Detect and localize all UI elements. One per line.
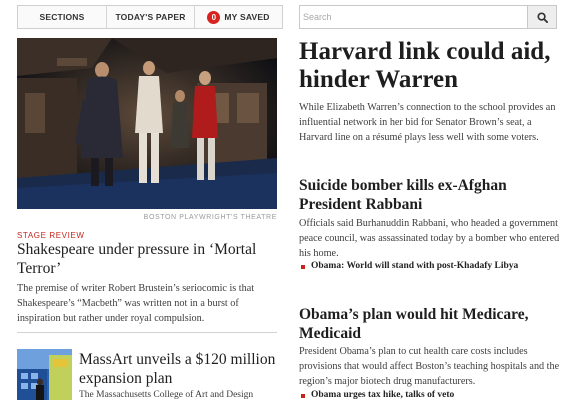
section-divider xyxy=(17,332,277,333)
tab-sections[interactable]: SECTIONS xyxy=(18,6,107,28)
lead-headline[interactable]: Harvard link could aid, hinder Warren xyxy=(299,38,561,94)
top-nav: SECTIONS TODAY'S PAPER 0 MY SAVED xyxy=(17,5,283,29)
tab-my-saved[interactable]: 0 MY SAVED xyxy=(195,6,282,28)
magnifier-icon xyxy=(536,11,548,23)
story-headline-rabbani[interactable]: Suicide bomber kills ex-Afghan President… xyxy=(299,176,561,214)
photo-credit: BOSTON PLAYWRIGHT'S THEATRE xyxy=(143,214,277,221)
hero-photo[interactable] xyxy=(17,38,277,209)
related-link[interactable]: Obama urges tax hike, talks of veto xyxy=(299,389,561,400)
masthead-logo-fragment[interactable] xyxy=(34,0,78,4)
related-links: Obama urges tax hike, talks of veto xyxy=(299,389,561,400)
story-headline-shakespeare[interactable]: Shakespeare under pressure in ‘Mortal Te… xyxy=(17,240,279,278)
saved-count-badge: 0 xyxy=(207,10,221,24)
story-headline-medicare[interactable]: Obama’s plan would hit Medicare, Medicai… xyxy=(299,305,561,343)
story-kicker[interactable]: STAGE REVIEW xyxy=(17,231,85,240)
related-link[interactable]: Obama: World will stand with post-Khadaf… xyxy=(299,260,561,273)
story-headline-massart[interactable]: MassArt unveils a $120 million expansion… xyxy=(79,350,284,388)
tab-todays-paper[interactable]: TODAY'S PAPER xyxy=(107,6,195,28)
search-bar xyxy=(299,5,557,29)
story-summary-shakespeare: The premise of writer Robert Brustein’s … xyxy=(17,283,255,324)
tab-my-saved-label: MY SAVED xyxy=(224,12,270,22)
story-summary-massart: The Massachusetts College of Art and Des… xyxy=(79,390,254,400)
massart-thumbnail[interactable] xyxy=(17,349,72,400)
related-links: Obama: World will stand with post-Khadaf… xyxy=(299,260,561,273)
search-input[interactable] xyxy=(300,6,527,28)
story-summary-rabbani: Officials said Burhanuddin Rabbani, who … xyxy=(299,218,560,259)
story-summary-medicare: President Obama’s plan to cut health car… xyxy=(299,346,560,387)
lead-summary: While Elizabeth Warren’s connection to t… xyxy=(299,102,556,143)
search-button[interactable] xyxy=(527,6,556,28)
